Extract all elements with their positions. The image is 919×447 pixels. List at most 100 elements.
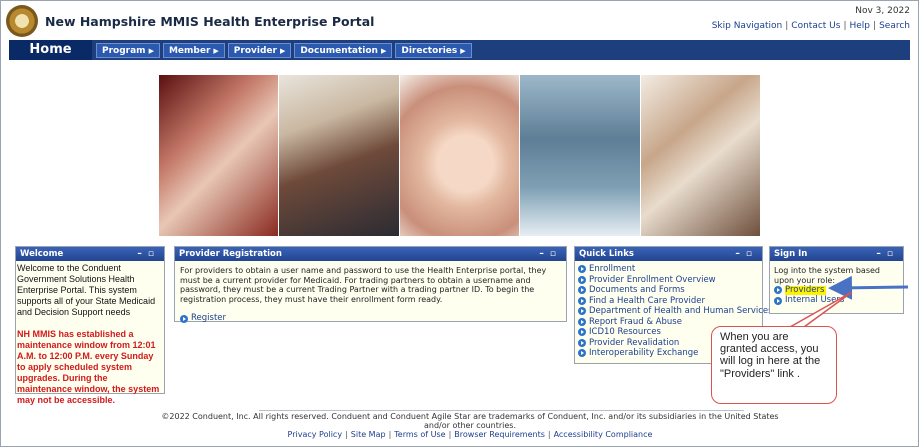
arrow-circle-icon [578, 265, 586, 274]
internal-users-sign-in-link[interactable]: Internal Users [774, 295, 899, 307]
current-date: Nov 3, 2022 [855, 6, 910, 16]
provider-registration-portlet: Provider Registration –▫ For providers t… [174, 246, 567, 323]
nav-directories-label: Directories [401, 45, 458, 56]
provider-registration-text: For providers to obtain a user name and … [180, 266, 547, 304]
welcome-portlet-header: Welcome –▫ [16, 247, 164, 261]
footer-copyright: ©2022 Conduent, Inc. All rights reserved… [161, 412, 779, 431]
browser-requirements-link[interactable]: Browser Requirements [454, 430, 545, 439]
separator: | [843, 21, 847, 31]
caret-right-icon: ▶ [148, 46, 154, 55]
sign-in-portlet: Sign In –▫ Log into the system based upo… [769, 246, 904, 314]
skip-navigation-link[interactable]: Skip Navigation [712, 21, 783, 31]
page-title: New Hampshire MMIS Health Enterprise Por… [45, 14, 375, 29]
main-nav-bar: Home Program ▶ Member ▶ Provider ▶ Document… [9, 40, 910, 60]
nav-documentation[interactable]: Documentation ▶ [294, 42, 393, 58]
window-controls[interactable]: –▫ [876, 247, 899, 261]
quick-link-find-provider[interactable]: Find a Health Care Provider [578, 296, 759, 307]
welcome-text: Welcome to the Conduent Government Solut… [17, 263, 156, 317]
welcome-portlet: Welcome –▫ Welcome to the Conduent Gover… [15, 246, 165, 405]
sign-in-body: Log into the system based upon your role… [770, 261, 903, 311]
footer-links: Privacy Policy | Site Map | Terms of Use | Bro… [150, 430, 790, 439]
arrow-circle-icon [578, 307, 586, 316]
nav-member-label: Member [168, 45, 211, 56]
nav-program-label: Program [102, 45, 146, 56]
window-controls[interactable]: –▫ [735, 247, 758, 261]
register-link[interactable]: Register [180, 313, 561, 324]
separator: | [547, 430, 551, 439]
caret-right-icon: ▶ [380, 46, 387, 55]
arrow-circle-icon [578, 296, 586, 305]
separator: | [448, 430, 452, 439]
photo-blood-pressure [279, 75, 400, 236]
register-label: Register [191, 312, 226, 323]
internal-users-label: Internal Users [785, 295, 845, 305]
maintenance-alert: NH MMIS has established a maintenance wi… [17, 329, 160, 405]
arrow-circle-icon [578, 286, 586, 295]
quick-links-header: Quick Links –▫ [575, 247, 762, 261]
quick-link-documents-and-forms[interactable]: Documents and Forms [578, 285, 759, 296]
separator: | [873, 21, 877, 31]
terms-of-use-link[interactable]: Terms of Use [394, 430, 445, 439]
nav-provider-label: Provider [233, 45, 277, 56]
nav-directories[interactable]: Directories ▶ [395, 42, 472, 58]
arrow-circle-icon [578, 338, 586, 347]
nav-member[interactable]: Member ▶ [162, 42, 225, 58]
sign-in-title: Sign In [774, 249, 808, 259]
nav-program[interactable]: Program ▶ [96, 42, 160, 58]
arrow-circle-icon [578, 317, 586, 326]
footer-divider [259, 410, 744, 411]
caret-right-icon: ▶ [460, 46, 466, 55]
nav-home[interactable]: Home [9, 40, 92, 60]
list-item: Provider Enrollment Overview [589, 274, 716, 285]
providers-label: Providers [785, 284, 827, 295]
nav-documentation-label: Documentation [300, 45, 378, 56]
annotation-callout: When you are granted access, you will lo… [711, 326, 837, 404]
state-seal-logo [6, 5, 38, 37]
sign-in-text: Log into the system based upon your role… [774, 266, 880, 285]
photo-dentist [640, 75, 761, 236]
search-link[interactable]: Search [879, 21, 910, 31]
list-item: Find a Health Care Provider [589, 295, 706, 306]
banner-photo-strip [159, 75, 761, 236]
separator: | [785, 21, 789, 31]
window-controls[interactable]: –▫ [539, 247, 562, 261]
list-item: ICD10 Resources [589, 327, 661, 337]
separator: | [388, 430, 392, 439]
arrow-circle-icon [578, 275, 586, 284]
quick-link-enrollment[interactable]: Enrollment [578, 264, 759, 275]
contact-us-link[interactable]: Contact Us [791, 21, 840, 31]
list-item: Enrollment [589, 264, 636, 274]
provider-registration-body: For providers to obtain a user name and … [175, 261, 566, 329]
sign-in-header: Sign In –▫ [770, 247, 903, 261]
quick-link-provider-enrollment-overview[interactable]: Provider Enrollment Overview [578, 275, 759, 286]
list-item: Interoperability Exchange [589, 348, 699, 358]
provider-registration-title: Provider Registration [179, 249, 282, 259]
nav-provider[interactable]: Provider ▶ [227, 42, 292, 58]
privacy-policy-link[interactable]: Privacy Policy [288, 430, 343, 439]
help-link[interactable]: Help [850, 21, 871, 31]
list-item: Documents and Forms [589, 285, 685, 295]
arrow-circle-icon [578, 328, 586, 337]
list-item: Provider Revalidation [589, 337, 680, 348]
caret-right-icon: ▶ [213, 46, 219, 55]
arrow-circle-icon [774, 296, 782, 305]
list-item: Report Fraud & Abuse [589, 316, 682, 327]
photo-infant-hand [159, 75, 280, 236]
accessibility-compliance-link[interactable]: Accessibility Compliance [554, 430, 653, 439]
arrow-circle-icon [578, 349, 586, 358]
quick-link-dhhs[interactable]: Department of Health and Human Services [578, 306, 773, 317]
welcome-body: Welcome to the Conduent Government Solut… [16, 261, 164, 408]
list-item: Department of Health and Human Services [589, 306, 773, 316]
window-controls[interactable]: –▫ [137, 247, 160, 261]
arrow-circle-icon [180, 314, 188, 323]
utility-links: Skip Navigation | Contact Us | Help | Search [712, 21, 910, 31]
welcome-title: Welcome [20, 249, 64, 259]
separator: | [345, 430, 348, 439]
photo-stethoscope [520, 75, 641, 236]
site-map-link[interactable]: Site Map [351, 430, 386, 439]
providers-sign-in-link[interactable]: Providers [774, 285, 899, 296]
nav-menu: Program ▶ Member ▶ Provider ▶ Documentation… [96, 42, 472, 58]
quick-links-title: Quick Links [579, 249, 634, 259]
caret-right-icon: ▶ [279, 46, 286, 55]
photo-holding-hands [399, 75, 521, 236]
